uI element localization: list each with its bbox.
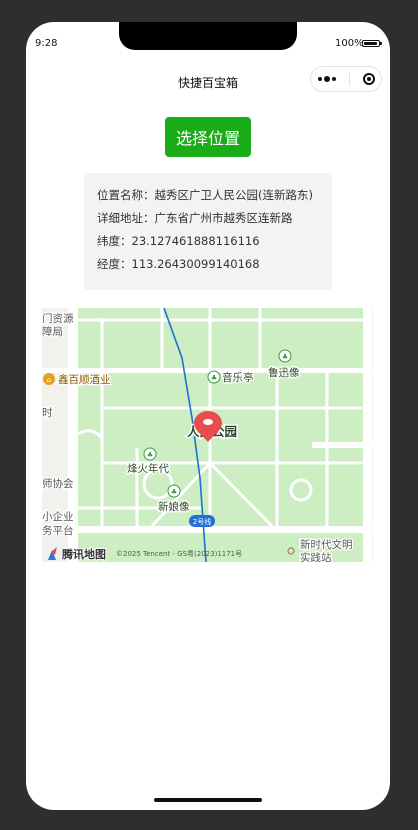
poi-label: 新娘像	[158, 500, 190, 513]
poi-label: 鑫百顺酒业	[58, 373, 111, 386]
longitude-row: 经度：113.26430099140168	[97, 256, 260, 272]
home-indicator[interactable]	[154, 798, 262, 802]
capsule-divider	[348, 72, 350, 86]
battery-icon	[362, 40, 382, 47]
shop-icon: ⌂	[43, 373, 55, 385]
location-name-label: 位置名称：	[97, 188, 155, 202]
miniprogram-capsule	[310, 66, 382, 92]
poi-label: 小企业	[42, 510, 74, 523]
latitude-row: 纬度：23.127461888116116	[97, 233, 260, 249]
tree-icon: ♣	[167, 484, 181, 498]
device-notch	[119, 22, 297, 50]
location-info-card: 位置名称：越秀区广卫人民公园(连新路东) 详细地址：广东省广州市越秀区连新路 纬…	[84, 173, 332, 290]
close-miniprogram-icon[interactable]	[362, 73, 375, 85]
poi-label: 音乐亭	[222, 371, 254, 384]
poi-label: 实践站	[300, 551, 332, 562]
more-icon[interactable]	[317, 76, 336, 82]
road	[312, 442, 373, 448]
road	[68, 308, 78, 562]
poi-label: 烽火年代	[127, 462, 169, 475]
location-address-label: 详细地址：	[97, 211, 155, 225]
latitude-label: 纬度：	[97, 234, 132, 248]
road	[42, 368, 373, 373]
tree-icon: ♣	[207, 370, 221, 384]
latitude-value: 23.127461888116116	[131, 234, 260, 248]
road	[363, 308, 372, 562]
poi-label: 鲁迅像	[268, 366, 300, 379]
longitude-value: 113.26430099140168	[131, 257, 260, 271]
status-time: 9:28	[35, 38, 58, 49]
map-brand: 腾讯地图	[62, 547, 106, 561]
svg-text:♣: ♣	[171, 488, 177, 496]
choose-location-button[interactable]: 选择位置	[165, 117, 251, 157]
longitude-label: 经度：	[97, 257, 132, 271]
poi-label: 务平台	[42, 524, 74, 537]
svg-text:♣: ♣	[147, 451, 153, 459]
svg-text:♣: ♣	[282, 353, 288, 361]
map-copyright: ©2025 Tencent - GS粤(2023)1171号	[116, 549, 242, 558]
location-address-row: 详细地址：广东省广州市越秀区连新路	[97, 210, 293, 226]
svg-text:⌂: ⌂	[47, 376, 51, 384]
location-address-value: 广东省广州市越秀区连新路	[154, 211, 293, 225]
status-battery-percent: 100%	[335, 38, 364, 49]
poi-label: 门资源	[42, 312, 74, 325]
tree-icon: ♣	[143, 447, 157, 461]
location-name-value: 越秀区广卫人民公园(连新路东)	[154, 188, 313, 202]
tree-icon: ♣	[278, 349, 292, 363]
svg-text:♣: ♣	[211, 374, 217, 382]
metro-badge-label: 2号线	[193, 517, 211, 526]
poi-label: 新时代文明	[300, 538, 353, 551]
location-name-row: 位置名称：越秀区广卫人民公园(连新路东)	[97, 187, 313, 203]
poi-label: 时	[42, 407, 53, 419]
poi-label: 师协会	[42, 477, 74, 490]
road	[42, 526, 373, 533]
phone-screen: 9:28 100% 快捷百宝箱 选择位置 位置名称：越秀区广卫人民公园(连新路东…	[26, 22, 390, 810]
poi-label: 障局	[42, 325, 63, 338]
map-view[interactable]: 2号线 ♣ ♣ ♣ ♣ ⌂ 音乐亭 鲁迅像 烽火年代 新娘像 鑫百顺酒业 门资源…	[42, 308, 373, 562]
